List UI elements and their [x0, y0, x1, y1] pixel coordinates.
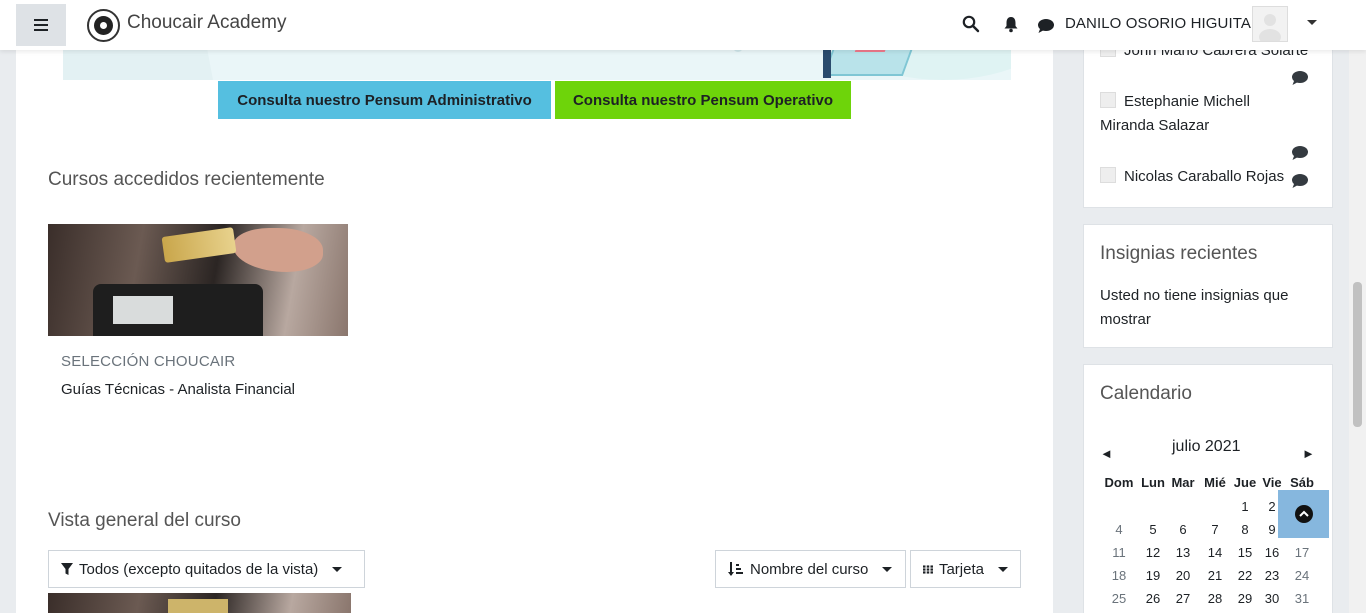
- calendar-day[interactable]: 20: [1168, 568, 1198, 583]
- course-card[interactable]: SELECCIÓN CHOUCAIR Guías Técnicas - Anal…: [48, 224, 348, 404]
- filter-icon: [61, 562, 73, 575]
- pensum-administrativo-button[interactable]: Consulta nuestro Pensum Administrativo: [218, 81, 551, 119]
- prev-month-arrow-icon[interactable]: ◄: [1100, 446, 1113, 461]
- calendar-day[interactable]: 22: [1230, 568, 1260, 583]
- scrollbar-thumb[interactable]: [1353, 282, 1362, 427]
- calendar-day[interactable]: 1: [1230, 499, 1260, 514]
- calendar-day[interactable]: 31: [1287, 591, 1317, 606]
- course-name-link[interactable]: Guías Técnicas - Analista Financial: [61, 381, 295, 398]
- calendar-day[interactable]: 23: [1257, 568, 1287, 583]
- calendar-day[interactable]: 30: [1257, 591, 1287, 606]
- calendar-day[interactable]: 13: [1168, 545, 1198, 560]
- calendar-weekday: Dom: [1104, 475, 1134, 490]
- user-name[interactable]: DANILO OSORIO HIGUITA: [1065, 15, 1251, 32]
- calendar-weekday: Sáb: [1290, 475, 1314, 490]
- chevron-down-icon[interactable]: [1307, 20, 1317, 25]
- list-item-continuation[interactable]: Miranda Salazar: [1100, 114, 1209, 138]
- calendar-day[interactable]: 27: [1168, 591, 1198, 606]
- brand-name[interactable]: Choucair Academy: [127, 12, 286, 34]
- calendar-weekday: Mié: [1204, 475, 1226, 490]
- grid-icon: [923, 564, 933, 574]
- calendar-day[interactable]: 12: [1138, 545, 1168, 560]
- drawer-toggle-button[interactable]: [16, 4, 66, 46]
- calendar-day[interactable]: 16: [1257, 545, 1287, 560]
- badges-block: Insignias recientes Usted no tiene insig…: [1083, 224, 1333, 348]
- calendar-day[interactable]: 14: [1200, 545, 1230, 560]
- block-title: Insignias recientes: [1100, 243, 1258, 264]
- course-overview-title: Vista general del curso: [48, 510, 241, 531]
- hamburger-icon: [34, 19, 48, 31]
- grouping-filter-label: Todos (excepto quitados de la vista): [79, 560, 319, 578]
- chat-icon[interactable]: [1291, 70, 1309, 86]
- recent-courses-title: Cursos accedidos recientemente: [48, 169, 325, 190]
- pensum-operativo-button[interactable]: Consulta nuestro Pensum Operativo: [555, 81, 851, 119]
- search-icon[interactable]: [962, 15, 980, 33]
- calendar-day[interactable]: 18: [1104, 568, 1134, 583]
- sort-label: Nombre del curso: [750, 560, 869, 578]
- calendar-day[interactable]: 4: [1104, 522, 1134, 537]
- calendar-weekday: Lun: [1141, 475, 1165, 490]
- chat-icon[interactable]: [1291, 173, 1309, 189]
- view-mode-dropdown[interactable]: Tarjeta: [910, 550, 1021, 588]
- grouping-filter-dropdown[interactable]: Todos (excepto quitados de la vista): [48, 550, 365, 588]
- calendar-weekday: Vie: [1262, 475, 1282, 490]
- block-title: Calendario: [1100, 383, 1192, 404]
- calendar-day[interactable]: 11: [1104, 545, 1134, 560]
- chat-icon[interactable]: [1037, 17, 1055, 35]
- page-scrollbar[interactable]: [1349, 0, 1366, 613]
- user-placeholder-icon: [1253, 7, 1287, 45]
- list-item[interactable]: Nicolas Caraballo Rojas: [1100, 165, 1284, 189]
- calendar-day[interactable]: 5: [1138, 522, 1168, 537]
- calendar-day[interactable]: 21: [1200, 568, 1230, 583]
- calendar-month[interactable]: julio 2021: [1172, 438, 1241, 456]
- calendar-day[interactable]: 26: [1138, 591, 1168, 606]
- calendar-weekday: Mar: [1171, 475, 1195, 490]
- brand-logo[interactable]: [87, 9, 120, 42]
- calendar-day[interactable]: 24: [1287, 568, 1317, 583]
- view-mode-label: Tarjeta: [938, 560, 984, 578]
- top-navbar: Choucair Academy DANILO OSORIO HIGUITA: [0, 0, 1366, 50]
- chevron-down-icon: [882, 566, 893, 572]
- course-image[interactable]: [48, 593, 351, 613]
- calendar-day[interactable]: 29: [1230, 591, 1260, 606]
- user-avatar[interactable]: [1252, 6, 1288, 45]
- badges-empty-text: Usted no tiene insignias que: [1100, 287, 1289, 304]
- chevron-up-icon: [1294, 505, 1313, 523]
- badges-empty-text: mostrar: [1100, 311, 1151, 328]
- course-image[interactable]: [48, 224, 348, 336]
- back-to-top-button[interactable]: [1278, 490, 1329, 538]
- chevron-down-icon: [332, 566, 343, 572]
- calendar-day[interactable]: 6: [1168, 522, 1198, 537]
- next-month-arrow-icon[interactable]: ►: [1302, 446, 1315, 461]
- calendar-day[interactable]: 25: [1104, 591, 1134, 606]
- chat-icon[interactable]: [1291, 145, 1309, 161]
- chevron-down-icon: [998, 566, 1008, 572]
- calendar-day[interactable]: 8: [1230, 522, 1260, 537]
- main-region: Consulta nuestro Pensum Administrativo C…: [16, 0, 1053, 613]
- user-placeholder-icon: [1100, 92, 1116, 108]
- calendar-day[interactable]: 7: [1200, 522, 1230, 537]
- sort-dropdown[interactable]: Nombre del curso: [715, 550, 906, 588]
- list-item[interactable]: Estephanie Michell: [1100, 90, 1250, 114]
- calendar-day[interactable]: 19: [1138, 568, 1168, 583]
- bell-icon[interactable]: [1002, 15, 1020, 33]
- calendar-day[interactable]: 15: [1230, 545, 1260, 560]
- course-category: SELECCIÓN CHOUCAIR: [61, 353, 236, 370]
- calendar-day[interactable]: 17: [1287, 545, 1317, 560]
- user-placeholder-icon: [1100, 167, 1116, 183]
- calendar-day[interactable]: 28: [1200, 591, 1230, 606]
- sort-icon: [728, 562, 743, 576]
